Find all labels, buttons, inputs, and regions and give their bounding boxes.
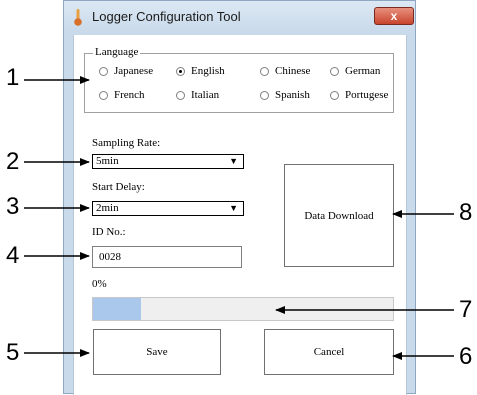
callout-arrows — [24, 76, 454, 360]
